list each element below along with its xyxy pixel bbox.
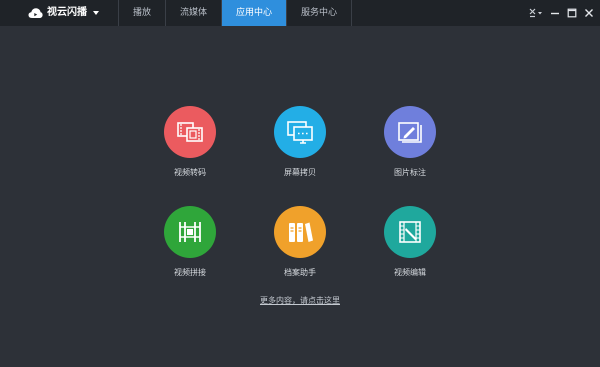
archive-assistant-icon [289, 222, 313, 242]
app-label: 视频拼接 [174, 268, 206, 277]
app-window: 视云闪播 播放 流媒体 应用中心 服务中心 视频转码 屏幕拷贝 图片标注 视频拼… [0, 0, 600, 367]
app-label: 屏幕拷贝 [284, 168, 316, 177]
app-archive-assistant[interactable]: 档案助手 [260, 206, 340, 278]
app-video-convert[interactable]: 视频转码 [150, 106, 230, 178]
app-icon-circle [164, 206, 216, 258]
screen-copy-icon [287, 121, 313, 144]
app-icon-circle [164, 106, 216, 158]
video-convert-icon [177, 122, 203, 142]
app-label: 视频编辑 [394, 268, 426, 277]
video-edit-icon [399, 221, 421, 243]
app-icon-circle [274, 106, 326, 158]
app-image-annotate[interactable]: 图片标注 [370, 106, 450, 178]
app-video-edit[interactable]: 视频编辑 [370, 206, 450, 278]
more-content-link[interactable]: 更多内容，请点击这里 [260, 296, 340, 305]
app-icon-circle [274, 206, 326, 258]
app-icon-circle [384, 206, 436, 258]
more-content-row: 更多内容，请点击这里 [0, 295, 600, 306]
app-screen-copy[interactable]: 屏幕拷贝 [260, 106, 340, 178]
app-label: 档案助手 [284, 268, 316, 277]
app-video-merge[interactable]: 视频拼接 [150, 206, 230, 278]
app-grid: 视频转码 屏幕拷贝 图片标注 视频拼接 档案助手 视频编辑 [0, 0, 600, 367]
video-merge-icon [179, 222, 201, 242]
app-label: 视频转码 [174, 168, 206, 177]
image-annotate-icon [398, 122, 422, 143]
app-icon-circle [384, 106, 436, 158]
app-label: 图片标注 [394, 168, 426, 177]
